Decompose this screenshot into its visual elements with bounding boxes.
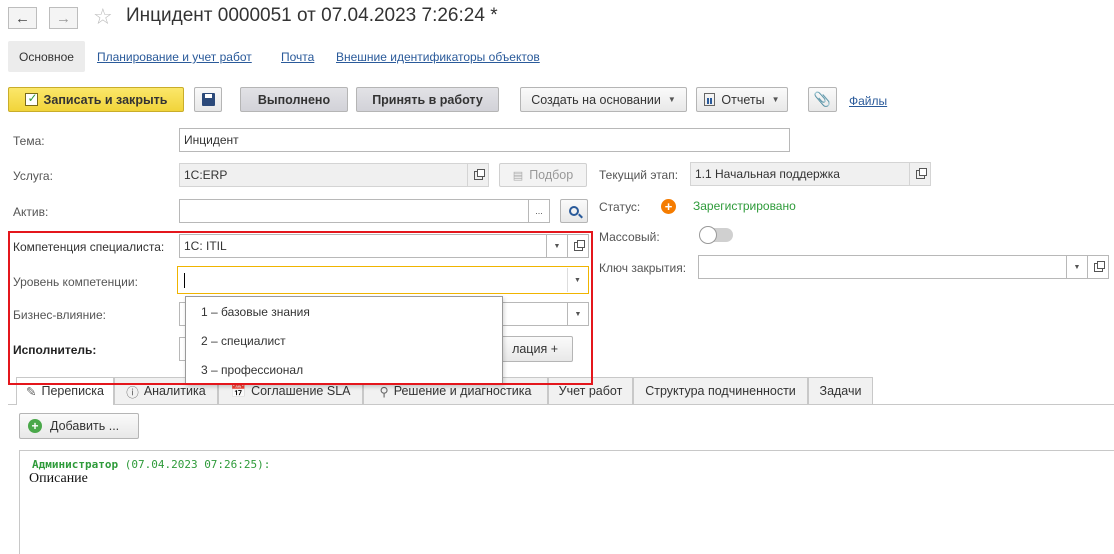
files-link[interactable]: Файлы xyxy=(849,94,887,108)
forward-button[interactable]: → xyxy=(49,7,78,29)
arrow-left-icon: ← xyxy=(15,9,30,27)
nav-tab-main[interactable]: Основное xyxy=(8,41,85,72)
current-stage-open-button[interactable] xyxy=(909,162,931,186)
service-open-button[interactable] xyxy=(467,163,489,187)
nav-link-external-ids[interactable]: Внешние идентификаторы объектов xyxy=(336,50,540,64)
tab-analytics-label: Аналитика xyxy=(143,384,206,398)
open-icon xyxy=(473,168,485,180)
save-and-close-button[interactable]: ✓ Записать и закрыть xyxy=(8,87,184,112)
close-key-dropdown-button[interactable]: ▼ xyxy=(1066,255,1088,279)
open-icon xyxy=(915,167,927,179)
asset-label: Актив: xyxy=(13,205,49,219)
chevron-down-icon: ▼ xyxy=(667,95,676,104)
favorite-star-icon[interactable]: ☆ xyxy=(93,4,113,30)
search-icon xyxy=(569,206,583,219)
add-message-button[interactable]: + Добавить ... xyxy=(19,413,139,439)
select-button[interactable]: ▤ Подбор xyxy=(499,163,587,187)
message-header: Администратор (07.04.2023 07:26:25): xyxy=(32,458,270,471)
select-label: Подбор xyxy=(529,168,574,182)
select-icon: ▤ xyxy=(512,169,524,182)
mass-label: Массовый: xyxy=(599,230,660,244)
mass-toggle[interactable] xyxy=(699,226,733,244)
close-key-label: Ключ закрытия: xyxy=(599,261,687,275)
asset-input[interactable] xyxy=(179,199,529,223)
message-timestamp: (07.04.2023 07:26:25): xyxy=(124,458,271,471)
create-based-on-button[interactable]: Создать на основании ▼ xyxy=(520,87,687,112)
checkmark-doc-icon: ✓ xyxy=(24,91,38,106)
service-label: Услуга: xyxy=(13,169,53,183)
current-stage-input[interactable]: 1.1 Начальная поддержка xyxy=(690,162,910,186)
open-icon xyxy=(1093,260,1105,272)
back-button[interactable]: ← xyxy=(8,7,37,29)
close-key-open-button[interactable] xyxy=(1087,255,1109,279)
floppy-disk-icon xyxy=(201,93,215,106)
tab-hierarchy[interactable]: Структура подчиненности xyxy=(633,377,808,405)
close-key-input[interactable] xyxy=(698,255,1067,279)
accept-to-work-button[interactable]: Принять в работу xyxy=(356,87,499,112)
tab-underline xyxy=(8,404,1114,405)
tab-solution-label: Решение и диагностика xyxy=(393,384,532,398)
message-area[interactable]: Администратор (07.04.2023 07:26:25): Опи… xyxy=(19,450,1114,554)
status-plus-icon[interactable]: + xyxy=(661,199,676,214)
active-tab-gap xyxy=(17,404,113,405)
save-button[interactable] xyxy=(194,87,222,112)
search-icon: ⚲ xyxy=(379,384,389,399)
asset-choose-button[interactable]: ... xyxy=(528,199,550,223)
calendar-icon: 📅 xyxy=(230,383,247,398)
topic-label: Тема: xyxy=(13,134,45,148)
message-author: Администратор xyxy=(32,458,119,471)
message-text: Описание xyxy=(29,471,88,486)
paperclip-icon: 📎 xyxy=(813,91,832,107)
status-label: Статус: xyxy=(599,200,641,214)
asset-search-button[interactable] xyxy=(560,199,588,223)
current-stage-label: Текущий этап: xyxy=(599,168,679,182)
done-button[interactable]: Выполнено xyxy=(240,87,348,112)
add-message-label: Добавить ... xyxy=(50,419,120,433)
tab-tasks[interactable]: Задачи xyxy=(808,377,873,405)
attach-button[interactable]: 📎 xyxy=(808,87,837,112)
edit-icon: ✎ xyxy=(25,384,37,399)
reports-label: Отчеты xyxy=(721,92,765,107)
window-title: Инцидент 0000051 от 07.04.2023 7:26:24 * xyxy=(126,5,498,26)
highlight-frame xyxy=(8,231,593,385)
plus-icon: + xyxy=(28,419,42,433)
save-and-close-label: Записать и закрыть xyxy=(43,92,168,107)
chevron-down-icon: ▼ xyxy=(771,95,780,104)
topic-input[interactable]: Инцидент xyxy=(179,128,790,152)
arrow-right-icon: → xyxy=(56,9,71,27)
nav-link-planning[interactable]: Планирование и учет работ xyxy=(97,50,252,64)
nav-link-mail[interactable]: Почта xyxy=(281,50,314,64)
status-value: Зарегистрировано xyxy=(693,199,796,213)
reports-button[interactable]: Отчеты ▼ xyxy=(696,87,788,112)
tab-correspondence-label: Переписка xyxy=(41,384,105,398)
report-icon xyxy=(704,93,716,106)
tab-sla-label: Соглашение SLA xyxy=(251,384,351,398)
toggle-knob xyxy=(699,226,717,244)
service-input[interactable]: 1С:ERP xyxy=(179,163,468,187)
create-based-on-label: Создать на основании xyxy=(531,92,661,107)
chevron-down-icon: ▼ xyxy=(1073,263,1081,271)
